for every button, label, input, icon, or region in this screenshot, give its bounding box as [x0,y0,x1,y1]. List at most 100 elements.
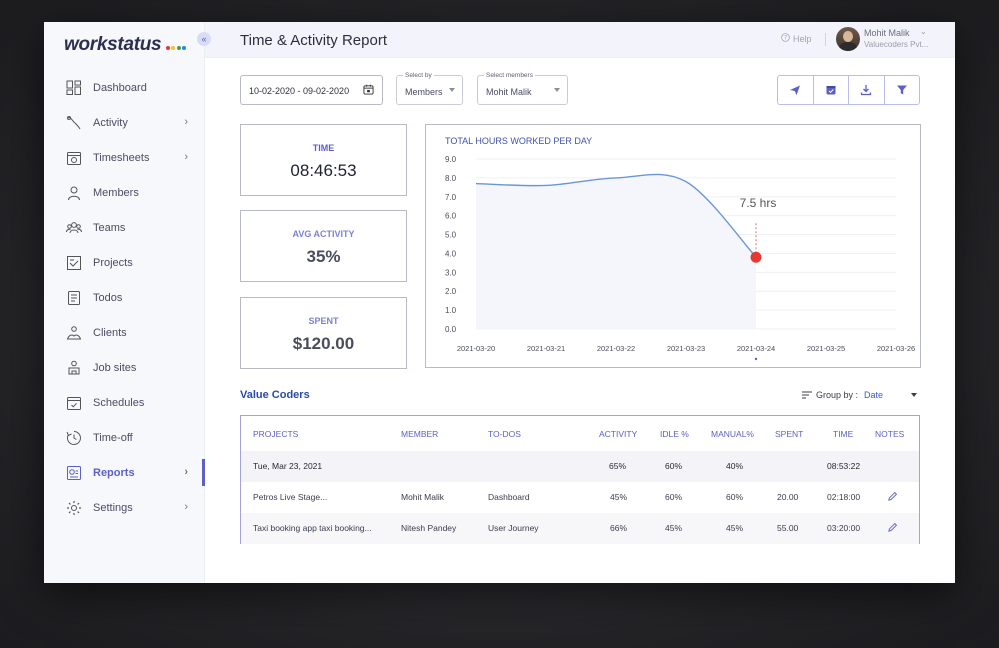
y-tick-label: 3.0 [445,268,457,277]
sidebar-item-members[interactable]: Members [44,175,205,210]
group-activity: 65% [609,461,627,471]
group-time: 08:53:22 [827,461,861,471]
sidebar-item-dashboard[interactable]: Dashboard [44,70,205,105]
select-by-dropdown[interactable]: Select by Members [396,72,463,105]
column-header-time[interactable]: TIME [833,429,853,439]
stat-card-spent: SPENT $120.00 [240,297,407,369]
chevron-right-icon: › [184,466,188,478]
projects-icon [66,255,82,271]
column-header-manual[interactable]: MANUAL% [711,429,754,439]
settings-icon [66,500,82,516]
download-button[interactable] [849,76,885,104]
sidebar-nav: Dashboard Activity › Timesheets › Members Team… [44,70,205,525]
sidebar-item-label: Teams [93,221,126,234]
cell-idle: 60% [665,492,683,502]
table-row[interactable]: Petros Live Stage... Mohit Malik Dashboa… [241,482,919,513]
send-report-button[interactable] [778,76,814,104]
edit-note-icon[interactable] [887,522,898,533]
sidebar-item-label: Clients [93,326,127,339]
user-menu-chevron-icon[interactable]: ⌄ [920,27,927,36]
report-table: PROJECTS MEMBER TO-DOS ACTIVITY IDLE % M… [240,415,920,544]
stat-value: $120.00 [292,334,355,353]
edit-note-icon[interactable] [887,491,898,502]
help-label: Help [793,33,812,44]
sidebar-item-teams[interactable]: Teams [44,210,205,245]
logo-dots [164,34,187,56]
sidebar-item-label: Members [93,186,139,199]
filter-button[interactable] [885,76,920,104]
sidebar-item-timesheets[interactable]: Timesheets › [44,140,205,175]
schedule-report-button[interactable] [814,76,849,104]
x-axis-indicator [754,357,758,361]
page-title: Time & Activity Report [240,32,387,49]
y-tick-label: 2.0 [445,287,457,296]
y-tick-label: 0.0 [445,325,457,334]
chevron-down-icon [449,88,455,92]
x-tick-label: 2021-03-23 [667,344,705,353]
logo-dot [165,46,170,50]
job-sites-icon [66,360,82,376]
user-name[interactable]: Mohit Malik [864,28,910,38]
x-tick-label: 2021-03-20 [457,344,495,353]
section-title: Value Coders [240,389,310,401]
sidebar-item-settings[interactable]: Settings › [44,490,205,525]
timesheets-icon [66,150,82,166]
stat-card-time: TIME 08:46:53 [240,124,407,196]
cell-activity: 66% [610,523,628,533]
sidebar-item-label: Activity [93,116,128,129]
chevron-right-icon: › [184,116,188,128]
x-tick-label: 2021-03-25 [807,344,845,353]
top-header: Time & Activity Report ? Help Mohit Mali… [205,22,955,58]
x-tick-label: 2021-03-26 [877,344,915,353]
y-tick-label: 9.0 [445,155,457,164]
chart-plot: 0.0 1.0 2.0 3.0 4.0 5.0 6.0 7.0 8.0 9.0 2021-03-20… [445,155,915,361]
chevron-right-icon: › [184,151,188,163]
sidebar-item-label: Todos [93,291,123,304]
user-avatar[interactable] [836,27,860,51]
group-manual: 40% [726,461,744,471]
cell-project: Taxi booking app taxi booking... [253,523,372,533]
sidebar-item-label: Reports [93,466,135,479]
sidebar-item-time-off[interactable]: Time-off [44,420,205,455]
select-members-dropdown[interactable]: Select members Mohit Malik [477,72,568,105]
app-logo[interactable]: workstatus [64,34,187,56]
time-off-icon [66,430,82,446]
svg-text:?: ? [784,36,787,42]
date-range-picker[interactable]: 10-02-2020 - 09-02-2020 [240,75,383,105]
teams-icon [66,220,82,236]
sidebar-item-job-sites[interactable]: Job sites [44,350,205,385]
table-group-row[interactable]: Tue, Mar 23, 2021 65% 60% 40% 08:53:22 [241,451,919,482]
logo-dot [176,46,181,50]
app-window: workstatus Dashboard Activity › Timesheets ›… [44,22,955,583]
sidebar-item-activity[interactable]: Activity › [44,105,205,140]
sidebar-item-projects[interactable]: Projects [44,245,205,280]
hours-per-day-chart: TOTAL HOURS WORKED PER DAY 0.0 1.0 2.0 3.0 4… [425,124,921,368]
download-icon [861,85,872,96]
sidebar-item-clients[interactable]: Clients [44,315,205,350]
highlight-point [750,251,762,263]
column-header-spent[interactable]: SPENT [775,429,803,439]
sidebar-item-todos[interactable]: Todos [44,280,205,315]
group-by-dropdown[interactable]: Group by : Date [802,390,918,400]
column-header-member[interactable]: MEMBER [401,429,438,439]
column-header-idle[interactable]: IDLE % [660,429,689,439]
cell-todo: User Journey [488,523,539,533]
sidebar-item-label: Job sites [93,361,137,374]
cell-todo: Dashboard [488,492,530,502]
help-link[interactable]: ? Help [781,33,812,44]
cell-time: 03:20:00 [827,523,861,533]
cell-activity: 45% [610,492,628,502]
column-header-projects[interactable]: PROJECTS [253,429,298,439]
column-header-notes[interactable]: NOTES [875,429,904,439]
column-header-todos[interactable]: TO-DOS [488,429,521,439]
cell-spent: 55.00 [777,523,799,533]
collapse-sidebar-icon[interactable]: « [197,32,211,46]
table-row[interactable]: Taxi booking app taxi booking... Nitesh … [241,513,919,544]
column-header-activity[interactable]: ACTIVITY [599,429,637,439]
clients-icon [66,325,82,341]
sidebar-item-schedules[interactable]: Schedules [44,385,205,420]
reports-icon [66,465,82,481]
sidebar-item-reports[interactable]: Reports › [44,455,205,490]
logo-dot [171,46,176,50]
stat-label: SPENT [308,316,339,326]
